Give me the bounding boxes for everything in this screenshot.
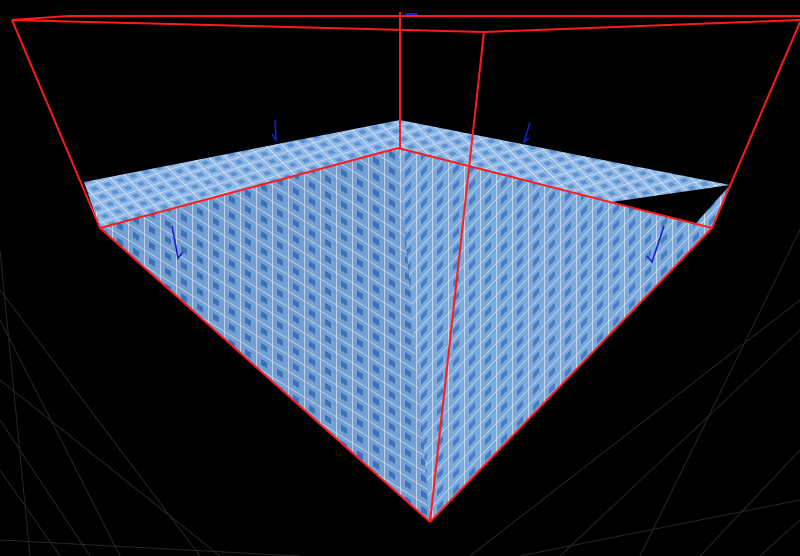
3d-viewport[interactable] (0, 0, 800, 556)
